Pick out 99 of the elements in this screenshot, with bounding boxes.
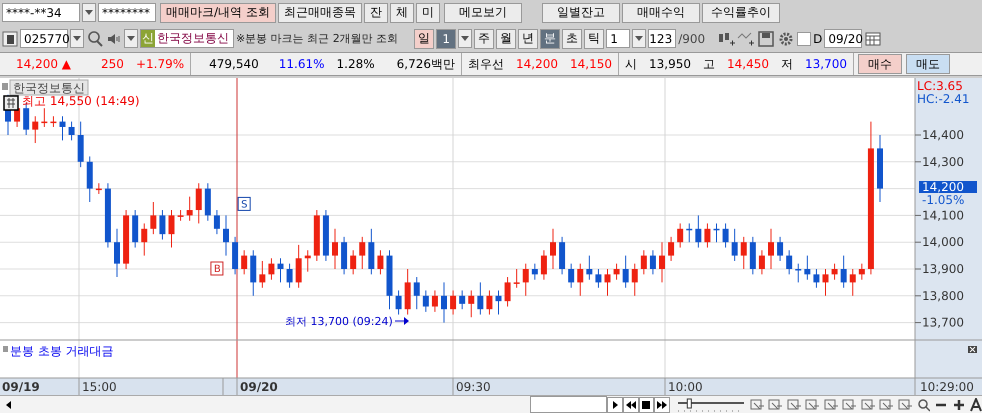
dropdown-button[interactable] (632, 29, 646, 48)
quote-value: 시 (624, 56, 638, 72)
close-icon[interactable] (968, 346, 977, 353)
caret-icon (73, 36, 81, 41)
toolbar-button[interactable]: 최근매매종목 (278, 2, 362, 22)
quote-value: 479,540 (208, 57, 260, 71)
caret-icon (461, 36, 470, 41)
dropdown-button[interactable] (70, 29, 84, 48)
dropdown-button[interactable] (124, 29, 138, 48)
save-icon[interactable] (757, 30, 776, 48)
time-label: 10:29:00 (920, 380, 974, 394)
quote-value: 11.61% (278, 57, 326, 71)
dropdown-button[interactable] (82, 3, 96, 22)
quote-value: 6,726백만 (396, 56, 456, 72)
indicator-label: 분봉 초봉 거래대금 (10, 344, 114, 358)
date-field[interactable]: 09/20 (824, 29, 862, 48)
quote-value: 14,200 (515, 57, 559, 71)
toolbar-button[interactable]: 매매수익 (622, 2, 700, 22)
fast-forward-icon[interactable] (654, 396, 670, 412)
stock-title-label: 한국정보통신 (10, 80, 88, 96)
price-tick-label: 13,700 (914, 316, 964, 330)
buy-marker: B (210, 262, 224, 276)
checkbox-label: D (813, 32, 822, 46)
max-count-label: /900 (678, 32, 706, 46)
price-tick-label: 14,000 (914, 235, 964, 250)
toolbar-button[interactable]: 체 (390, 2, 414, 22)
high-price-note: 최고 14,550 (14:49) (22, 94, 140, 108)
panel-marker-icon (3, 346, 8, 352)
period-tab[interactable]: 틱 (584, 28, 604, 48)
panel-marker-icon (2, 83, 8, 90)
period-tab[interactable]: 년 (518, 28, 538, 48)
toolbar-button[interactable]: 미 (416, 2, 440, 22)
caret-icon (635, 36, 644, 41)
toolbar-button[interactable]: 일별잔고 (542, 2, 620, 22)
search-icon[interactable] (916, 398, 930, 412)
stop-icon[interactable] (638, 396, 654, 412)
settings-icon[interactable] (777, 30, 796, 48)
period-tab[interactable]: 초 (562, 28, 582, 48)
date-label: 09/20 (240, 380, 278, 394)
arrow-icon (394, 317, 409, 325)
price-tick-label: 13,900 (914, 262, 964, 276)
password-field[interactable]: ******** (98, 3, 156, 22)
rewind-icon[interactable] (623, 396, 639, 412)
quote-value: 13,700 (804, 57, 848, 71)
price-tick-label: 14,400 (914, 128, 964, 142)
quote-value: 14,450 (726, 57, 770, 71)
checkbox[interactable] (797, 32, 812, 46)
time-label: 10:00 (668, 380, 703, 394)
toolbar-button[interactable]: 매매마크/내역 조회 (160, 2, 276, 22)
quote-value: 13,950 (648, 57, 692, 71)
interval-field[interactable]: 1 (606, 29, 630, 48)
quote-value: 최우선 (467, 56, 505, 72)
play-icon[interactable] (607, 396, 624, 412)
price-tick-label: 14,300 (914, 154, 964, 169)
quote-value: 1.28% (336, 57, 376, 71)
quote-value: 저 (780, 56, 794, 72)
time-label: 15:00 (82, 380, 117, 394)
period-tab[interactable]: 분 (540, 28, 560, 48)
calendar-icon[interactable] (864, 30, 882, 48)
notice-text: ※분봉 마크는 최근 2개월만 조회 (236, 31, 398, 46)
date-label: 09/19 (2, 380, 40, 394)
quote-value: +1.79% (134, 57, 186, 71)
toolbar-button[interactable]: 잔 (364, 2, 388, 22)
credit-badge: 신 (141, 30, 155, 47)
period-tab[interactable]: 월 (496, 28, 516, 48)
low-price-note: 최저 13,700 (09:24) (285, 315, 393, 328)
hc-label: HC:-2.41 (917, 92, 970, 106)
font-icon[interactable] (970, 398, 982, 412)
account-field[interactable]: ****-**34 (2, 3, 80, 22)
price-tick-label: 14,100 (914, 208, 964, 222)
stock-name-field[interactable]: 신 한국정보통신 (140, 29, 234, 48)
lc-label: LC:3.65 (917, 79, 963, 93)
quote-value: 고 (702, 56, 716, 72)
table-icon[interactable] (3, 95, 19, 111)
quote-value: 14,200 ▲ (15, 57, 72, 71)
sell-marker: S (238, 196, 251, 211)
price-tick-label: 13,800 (914, 288, 964, 303)
caret-icon (85, 10, 93, 15)
day-button[interactable]: 일 (414, 28, 434, 48)
toolbar-button[interactable]: 메모보기 (444, 2, 522, 22)
price-change-label: -1.05% (922, 193, 964, 207)
count-field[interactable]: 123 (648, 29, 676, 48)
quote-value: 14,150 (569, 57, 613, 71)
toolbar-button[interactable]: 수익률추이 (702, 2, 780, 22)
time-label: 09:30 (456, 380, 491, 394)
input-field[interactable] (530, 396, 608, 413)
current-price-tag: 14,200 (919, 180, 977, 194)
sell-button[interactable]: 매도 (906, 54, 950, 74)
buy-button[interactable]: 매수 (858, 54, 902, 74)
line-add-icon[interactable] (737, 30, 756, 48)
period-tab[interactable]: 주 (474, 28, 494, 48)
caret-icon (127, 36, 135, 41)
speed-slider[interactable] (676, 398, 746, 412)
quote-value: 250 (100, 57, 125, 71)
panel-icon[interactable] (2, 30, 18, 46)
search-icon[interactable] (86, 30, 104, 48)
stock-code-field[interactable]: 025770 (20, 29, 68, 48)
dropdown-button[interactable] (458, 29, 472, 48)
day-count-field[interactable]: 1 (436, 28, 456, 48)
